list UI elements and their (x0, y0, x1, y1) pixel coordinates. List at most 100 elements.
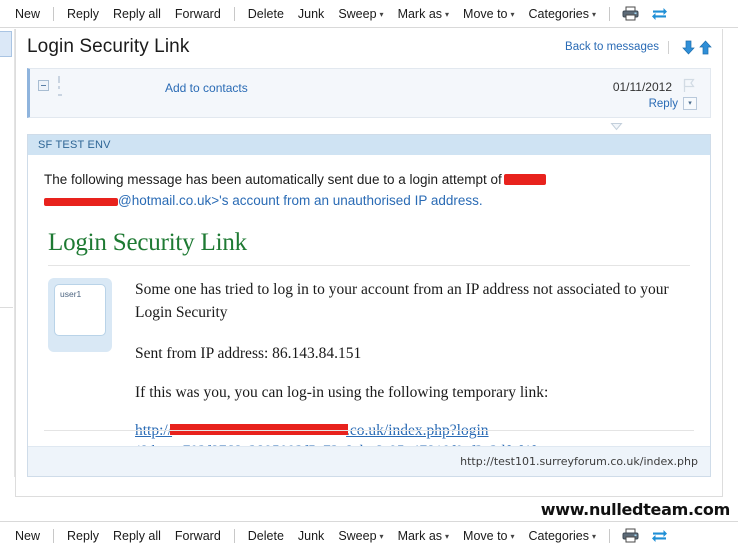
arrow-down-icon[interactable] (682, 40, 695, 55)
toolbar-separator (608, 528, 610, 543)
toolbar-label-mark-as: Mark as (397, 528, 443, 543)
intro-text-part2: @hotmail.co.uk>'s account from an unauth… (118, 193, 483, 208)
message-list-pane-stub (0, 29, 15, 477)
toolbar-label-sweep: Sweep (338, 6, 377, 21)
chevron-down-icon: ▾ (379, 9, 384, 19)
intro-text-part1: The following message has been automatic… (44, 172, 502, 187)
toolbar-button-move-to[interactable]: Move to ▾ (456, 4, 521, 24)
toolbar-button-delete[interactable]: Delete (241, 4, 291, 24)
sender-mark-2 (58, 86, 60, 89)
toolbar-label-reply-all: Reply all (112, 528, 161, 543)
chevron-down-icon: ▾ (445, 9, 450, 19)
toolbar-label-junk: Junk (297, 528, 325, 543)
message-list-divider (0, 307, 13, 308)
toolbar-label-move-to: Move to (463, 6, 508, 21)
back-to-messages-link[interactable]: Back to messages (565, 41, 659, 53)
sender-header-card: Add to contacts 01/11/2012 Reply ▾ (27, 68, 711, 118)
toolbar-button-reply-all[interactable]: Reply all (106, 4, 168, 24)
status-bar-url: http://test101.surreyforum.co.uk/index.p… (460, 455, 698, 468)
toolbar-label-categories: Categories (528, 6, 589, 21)
environment-banner-label: SF TEST ENV (38, 139, 111, 151)
toolbar-label-move-to: Move to (463, 528, 508, 543)
sender-mark-3 (58, 94, 62, 96)
toolbar-separator (233, 6, 235, 21)
toolbar-button-move-to-bottom[interactable]: Move to ▾ (456, 526, 521, 546)
toolbar-button-delete-bottom[interactable]: Delete (241, 526, 291, 546)
toolbar-label-reply: Reply (67, 6, 99, 21)
toolbar-button-junk-bottom[interactable]: Junk (291, 526, 331, 546)
toolbar-button-new[interactable]: New (8, 4, 47, 24)
reply-dropdown-button[interactable]: ▾ (683, 97, 697, 110)
toolbar-label-forward: Forward (174, 528, 221, 543)
expand-strip (27, 118, 711, 134)
add-to-contacts-link[interactable]: Add to contacts (165, 81, 248, 95)
toolbar-button-reply-bottom[interactable]: Reply (60, 526, 106, 546)
toolbar-button-mark-as[interactable]: Mark as ▾ (391, 4, 456, 24)
toolbar-label-sweep: Sweep (338, 528, 377, 543)
toolbar-button-sweep-bottom[interactable]: Sweep ▾ (331, 526, 390, 546)
toolbar-button-mark-as-bottom[interactable]: Mark as ▾ (391, 526, 456, 546)
message-list-selected-item[interactable] (0, 31, 12, 57)
printer-icon[interactable] (616, 526, 645, 545)
chevron-down-icon: ▾ (379, 531, 384, 541)
toolbar-button-reply[interactable]: Reply (60, 4, 106, 24)
toolbar-separator (53, 6, 55, 21)
flag-icon[interactable] (682, 78, 696, 96)
toolbar-label-categories: Categories (528, 528, 589, 543)
toolbar-label-reply: Reply (67, 528, 99, 543)
toolbar-separator (233, 528, 235, 543)
message-content-row: user1 Some one has tried to log in to yo… (44, 278, 694, 462)
message-paragraph-2: Sent from IP address: 86.143.84.151 (135, 345, 362, 362)
toolbar-button-new-bottom[interactable]: New (8, 526, 47, 546)
arrow-up-icon[interactable] (699, 39, 712, 55)
subject-row: Login Security Link Back to messages (16, 29, 722, 65)
refresh-icon[interactable] (645, 4, 674, 24)
chevron-down-icon: ▾ (510, 9, 515, 19)
collapse-toggle-button[interactable] (38, 80, 49, 91)
chevron-down-icon: ▾ (510, 531, 515, 541)
toolbar-label-reply-all: Reply all (112, 6, 161, 21)
watermark: www.nulledteam.com (540, 500, 731, 519)
body-footer-divider (44, 430, 694, 431)
toolbar-button-forward[interactable]: Forward (168, 4, 228, 24)
subject-separator (668, 40, 669, 54)
status-bar: http://test101.surreyforum.co.uk/index.p… (28, 446, 710, 476)
toolbar-label-mark-as: Mark as (397, 6, 443, 21)
message-heading: Login Security Link (48, 229, 247, 256)
sender-marks-decoration (58, 76, 64, 102)
toolbar-button-categories-bottom[interactable]: Categories ▾ (522, 526, 603, 546)
toolbar-button-sweep[interactable]: Sweep ▾ (331, 4, 390, 24)
toolbar-button-forward-bottom[interactable]: Forward (168, 526, 228, 546)
refresh-icon[interactable] (645, 526, 674, 546)
top-toolbar: New Reply Reply all Forward Delete Junk … (0, 0, 738, 28)
toolbar-button-junk[interactable]: Junk (291, 4, 331, 24)
chevron-down-icon[interactable] (610, 120, 623, 134)
message-date: 01/11/2012 (612, 80, 672, 94)
toolbar-separator (53, 528, 55, 543)
reply-link[interactable]: Reply (649, 98, 678, 110)
bottom-toolbar: New Reply Reply all Forward Delete Junk … (0, 521, 738, 549)
toolbar-label-new: New (15, 528, 41, 543)
avatar: user1 (48, 278, 112, 352)
message-body-card: SF TEST ENV The following message has be… (27, 134, 711, 477)
toolbar-label-delete: Delete (247, 528, 284, 543)
chevron-down-icon: ▾ (591, 531, 596, 541)
message-paragraph-1: Some one has tried to log in to your acc… (135, 281, 669, 321)
reading-pane: Login Security Link Back to messages Add… (15, 29, 723, 497)
toolbar-separator (608, 6, 610, 21)
chevron-down-icon: ▾ (591, 9, 596, 19)
message-text-column: Some one has tried to log in to your acc… (135, 278, 694, 462)
toolbar-label-delete: Delete (247, 6, 284, 21)
toolbar-label-new: New (15, 6, 41, 21)
toolbar-label-forward: Forward (174, 6, 221, 21)
page-title: Login Security Link (27, 36, 190, 57)
toolbar-button-categories[interactable]: Categories ▾ (522, 4, 603, 24)
printer-icon[interactable] (616, 4, 645, 23)
chevron-down-icon: ▾ (445, 531, 450, 541)
toolbar-button-reply-all-bottom[interactable]: Reply all (106, 526, 168, 546)
redaction-bar-email-local (44, 198, 118, 207)
heading-divider (48, 265, 690, 266)
chevron-down-icon: ▾ (688, 100, 692, 107)
message-paragraph-3: If this was you, you can log-in using th… (135, 384, 549, 401)
environment-banner: SF TEST ENV (28, 135, 710, 155)
